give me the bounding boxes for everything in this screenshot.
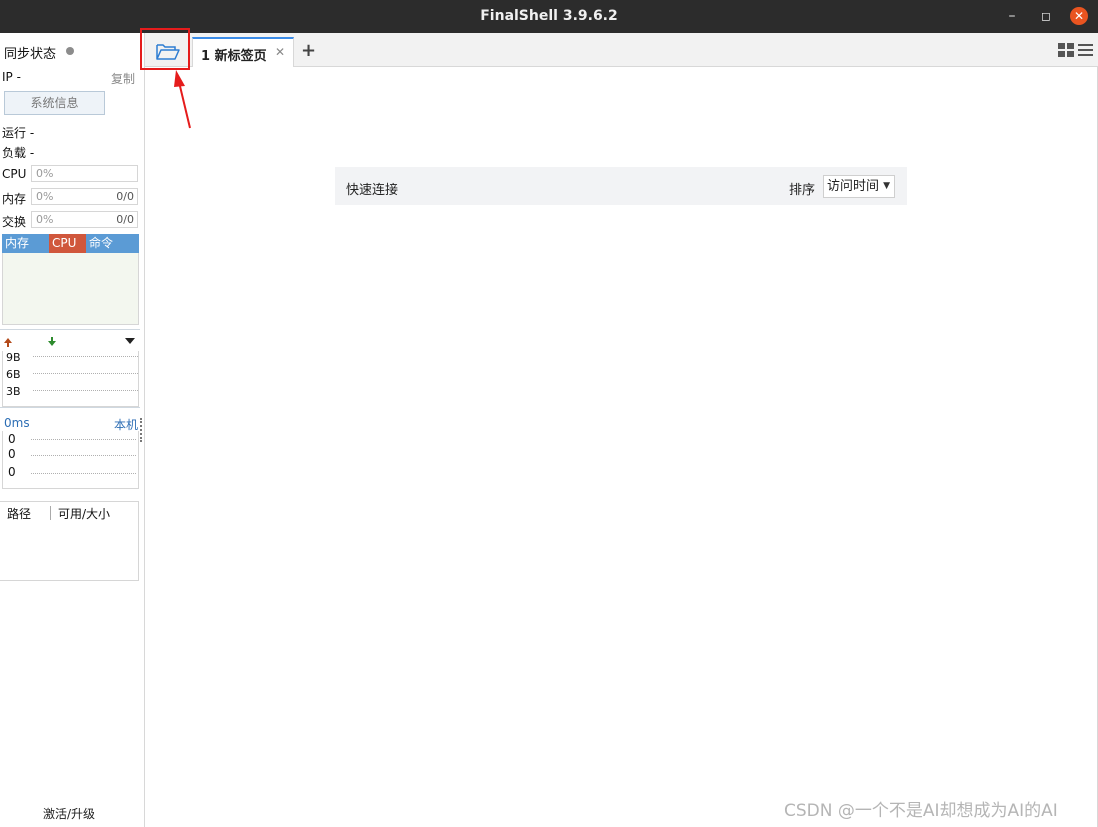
divider [0, 407, 140, 408]
copy-link[interactable]: 复制 [111, 70, 135, 87]
process-col-command[interactable]: 命令 [86, 234, 139, 253]
grid-line [31, 473, 136, 474]
tab-label: 1 新标签页 [201, 49, 267, 64]
ping-value: 0 [8, 447, 16, 461]
mem-label: 内存 [2, 192, 27, 206]
swap-label: 交换 [2, 215, 27, 229]
list-view-icon[interactable] [1078, 44, 1093, 56]
load-label: 负载 - [2, 146, 35, 160]
system-info-button[interactable]: 系统信息 [4, 91, 105, 115]
add-tab-button[interactable]: + [301, 40, 316, 61]
process-table-body [2, 253, 139, 325]
ping-value: 0 [8, 432, 16, 446]
running-label: 运行 - [2, 126, 35, 140]
cpu-bar: 0% [31, 165, 138, 182]
disk-col-path[interactable]: 路径 [7, 505, 31, 522]
network-dropdown-icon[interactable] [125, 337, 135, 345]
watermark: CSDN @一个不是AI却想成为AI的AI [784, 801, 1058, 821]
cpu-label: CPU [2, 167, 27, 181]
cpu-value: 0% [36, 167, 54, 180]
process-table-header: 内存 CPU 命令 [2, 234, 139, 253]
sidebar: 同步状态 IP - 复制 系统信息 运行 - 负载 - CPU 0% 内存 0%… [0, 33, 145, 827]
sidebar-resize-handle[interactable] [140, 418, 142, 442]
ip-label: IP - [2, 70, 21, 84]
download-arrow-icon [48, 337, 56, 346]
mem-bar: 0% 0/0 [31, 188, 138, 205]
disk-table: 路径 可用/大小 [0, 501, 139, 581]
grid-line [33, 390, 138, 391]
net-scale-3b: 3B [6, 385, 21, 398]
grid-line [31, 455, 136, 456]
net-scale-6b: 6B [6, 368, 21, 381]
process-col-mem[interactable]: 内存 [2, 234, 49, 253]
upload-arrow-icon [4, 338, 12, 347]
tab-new-1[interactable]: 1 新标签页 ✕ [192, 37, 294, 67]
network-chart: 9B 6B 3B [2, 351, 139, 407]
divider [0, 329, 140, 330]
mem-value: 0% [36, 190, 54, 203]
sort-label: 排序 [789, 183, 816, 198]
annotation-arrow [174, 70, 191, 129]
swap-bar: 0% 0/0 [31, 211, 138, 228]
disk-col-size[interactable]: 可用/大小 [58, 505, 110, 522]
activate-upgrade-link[interactable]: 激活/升级 [43, 805, 95, 822]
maximize-icon[interactable]: ◻ [1037, 7, 1055, 25]
swap-value: 0% [36, 213, 54, 226]
sort-select[interactable]: 访问时间 ▼ [823, 175, 895, 198]
ping-ms: 0ms [4, 416, 30, 430]
view-toggle [1058, 43, 1093, 57]
close-icon[interactable]: ✕ [1070, 7, 1088, 25]
grid-view-icon[interactable] [1058, 43, 1074, 57]
tab-close-icon[interactable]: ✕ [275, 45, 285, 59]
quick-connect-bar: 快速连接 排序 访问时间 ▼ [335, 167, 907, 205]
mem-ratio: 0/0 [116, 190, 134, 203]
grid-line [33, 356, 138, 357]
sync-status-dot [66, 47, 74, 55]
sync-status-label: 同步状态 [4, 47, 57, 62]
ping-chart: 0 0 0 [2, 431, 139, 489]
grid-line [33, 373, 138, 374]
minimize-icon[interactable]: – [1003, 7, 1021, 25]
process-col-cpu[interactable]: CPU [49, 234, 86, 253]
swap-ratio: 0/0 [116, 213, 134, 226]
ping-value: 0 [8, 465, 16, 479]
chevron-down-icon: ▼ [883, 181, 890, 191]
annotation-box [140, 28, 190, 70]
quick-connect-label: 快速连接 [346, 183, 399, 198]
net-scale-9b: 9B [6, 351, 21, 364]
sort-select-value: 访问时间 [827, 179, 880, 194]
column-divider [50, 506, 51, 520]
tab-bar: 1 新标签页 ✕ + [145, 33, 1098, 67]
grid-line [31, 439, 136, 440]
